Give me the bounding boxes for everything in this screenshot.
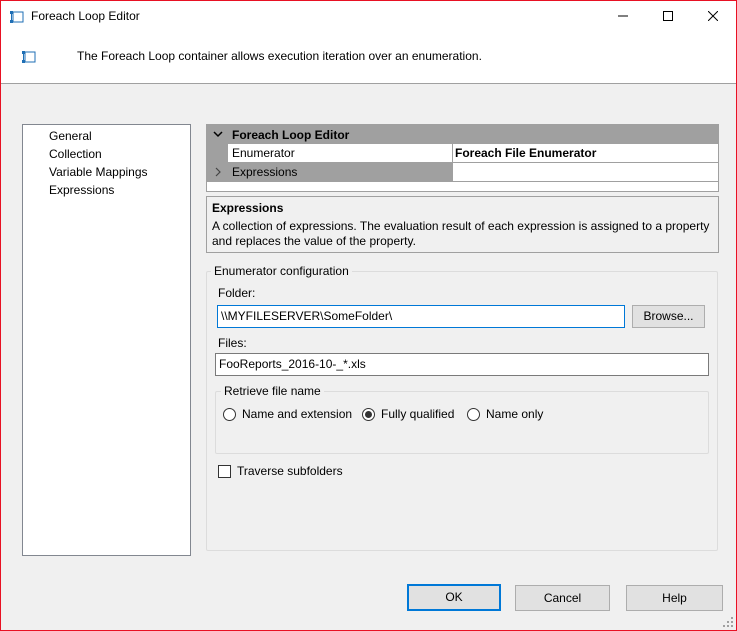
close-button[interactable] (691, 1, 735, 31)
foreach-loop-icon (22, 51, 36, 63)
header-divider (1, 83, 736, 84)
retrieve-file-name-label: Retrieve file name (221, 384, 324, 398)
title-bar[interactable]: Foreach Loop Editor (1, 1, 736, 31)
grid-row-expressions[interactable]: Expressions (207, 163, 718, 182)
grid-category-label: Foreach Loop Editor (232, 128, 350, 142)
folder-input[interactable]: \\MYFILESERVER\SomeFolder\ (217, 305, 625, 328)
chevron-right-icon[interactable] (214, 167, 222, 177)
description-title: Expressions (212, 201, 284, 215)
radio-name-and-extension[interactable]: Name and extension (223, 407, 352, 421)
checkbox-box (218, 464, 231, 478)
radio-fully-qualified[interactable]: Fully qualified (362, 407, 454, 421)
grid-row-margin (207, 163, 228, 182)
grid-property-value[interactable]: Foreach File Enumerator (453, 144, 718, 163)
help-button[interactable]: Help (626, 585, 723, 611)
maximize-icon (663, 11, 673, 21)
ok-button[interactable]: OK (407, 584, 501, 611)
cancel-button[interactable]: Cancel (515, 585, 610, 611)
close-icon (708, 11, 718, 21)
grid-category[interactable]: Foreach Loop Editor (207, 125, 718, 144)
folder-label: Folder: (218, 286, 256, 300)
nav-item-collection[interactable]: Collection (48, 145, 103, 163)
files-input[interactable]: FooReports_2016-10-_*.xls (215, 353, 709, 376)
radio-label: Name and extension (242, 407, 353, 421)
radio-circle (223, 407, 236, 421)
description-text: A collection of expressions. The evaluat… (212, 219, 710, 248)
checkbox-label: Traverse subfolders (237, 464, 343, 478)
nav-item-expressions[interactable]: Expressions (48, 181, 115, 199)
maximize-button[interactable] (646, 1, 690, 31)
nav-item-variable-mappings[interactable]: Variable Mappings (48, 163, 149, 181)
foreach-loop-icon (10, 11, 24, 23)
radio-name-only[interactable]: Name only (467, 407, 543, 421)
chevron-down-icon[interactable] (213, 128, 223, 140)
header-description: The Foreach Loop container allows execut… (77, 49, 482, 63)
grid-property-value[interactable] (453, 163, 718, 182)
files-label: Files: (218, 336, 247, 350)
page-navigation: General Collection Variable Mappings Exp… (22, 124, 191, 556)
minimize-icon (618, 15, 628, 17)
property-description: Expressions A collection of expressions.… (206, 196, 719, 253)
browse-button[interactable]: Browse... (632, 305, 705, 328)
window-title: Foreach Loop Editor (31, 9, 140, 23)
radio-label: Name only (486, 407, 544, 421)
grid-row-margin (207, 144, 228, 163)
property-grid: Foreach Loop Editor Enumerator Foreach F… (206, 124, 719, 192)
nav-item-general[interactable]: General (48, 127, 93, 145)
grid-property-name: Enumerator (228, 144, 453, 163)
radio-label: Fully qualified (381, 407, 455, 421)
enumerator-config-label: Enumerator configuration (211, 264, 352, 278)
traverse-subfolders-checkbox[interactable]: Traverse subfolders (218, 464, 343, 478)
dialog-window: Foreach Loop Editor The Foreach Loop con… (0, 0, 737, 631)
grid-row-enumerator[interactable]: Enumerator Foreach File Enumerator (207, 144, 718, 163)
radio-circle (467, 407, 480, 421)
grid-property-name: Expressions (228, 163, 453, 182)
radio-selected-dot (365, 410, 372, 418)
minimize-button[interactable] (601, 1, 645, 31)
radio-circle (362, 407, 375, 421)
retrieve-file-name-group (215, 391, 709, 454)
resize-grip-icon[interactable] (722, 616, 734, 628)
